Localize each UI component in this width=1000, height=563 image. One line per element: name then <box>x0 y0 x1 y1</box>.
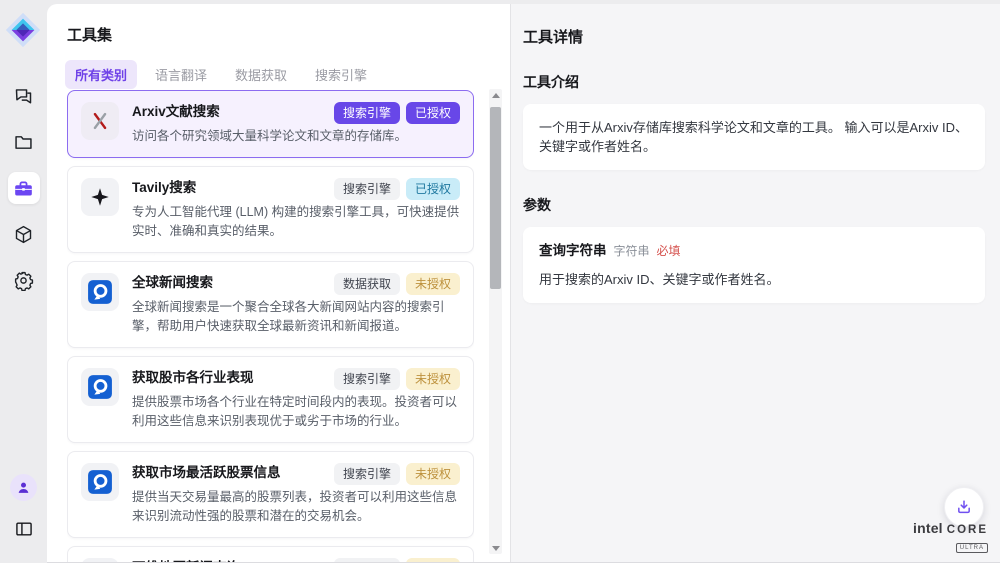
tool-card[interactable]: Tavily搜索 搜索引擎 已授权 专为人工智能代理 (LLM) 构建的搜索引擎… <box>67 166 474 253</box>
tool-card[interactable]: Arxiv文献搜索 搜索引擎 已授权 访问各个研究领域大量科学论文和文章的存储库… <box>67 90 474 158</box>
auth-badge: 未授权 <box>406 463 460 485</box>
tool-title: Tavily搜索 <box>132 178 326 198</box>
intel-core-logo: intel core ultra <box>913 520 988 554</box>
tool-card[interactable]: 获取股市各行业表现 搜索引擎 未授权 提供股票市场各个行业在特定时间段内的表现。… <box>67 356 474 443</box>
tool-description: 提供股票市场各个行业在特定时间段内的表现。投资者可以利用这些信息来识别表现优于或… <box>132 393 460 431</box>
icon-rail <box>0 0 47 563</box>
tab-data-fetch[interactable]: 数据获取 <box>225 60 297 89</box>
toolbox-icon[interactable] <box>8 172 40 204</box>
intro-card: 一个用于从Arxiv存储库搜索科学论文和文章的工具。 输入可以是Arxiv ID… <box>523 104 985 170</box>
tavily-sparkle-icon <box>89 186 111 208</box>
scrollbar <box>489 89 502 554</box>
toolset-title: 工具集 <box>67 24 112 45</box>
qblue-icon <box>81 368 119 406</box>
qblue-icon <box>81 463 119 501</box>
newspaper-icon <box>81 558 119 562</box>
user-avatar[interactable] <box>10 474 37 501</box>
tool-title: 全球新闻搜索 <box>132 273 326 293</box>
category-badge: 搜索引擎 <box>334 178 400 200</box>
details-title: 工具详情 <box>523 26 985 47</box>
category-badge: 搜索引擎 <box>334 558 400 562</box>
newsapi-icon <box>87 279 113 305</box>
tool-description: 全球新闻搜索是一个聚合全球各大新闻网站内容的搜索引擎，帮助用户快速获取全球最新资… <box>132 298 460 336</box>
chat-icon[interactable] <box>8 80 40 112</box>
intro-text: 一个用于从Arxiv存储库搜索科学论文和文章的工具。 输入可以是Arxiv ID… <box>539 120 968 154</box>
tool-card[interactable]: 获取市场最活跃股票信息 搜索引擎 未授权 提供当天交易量最高的股票列表，投资者可… <box>67 451 474 538</box>
intro-heading: 工具介绍 <box>523 72 985 92</box>
auth-badge: 未授权 <box>406 368 460 390</box>
tavily-icon <box>81 178 119 216</box>
folder-icon[interactable] <box>8 126 40 158</box>
param-type: 字符串 <box>614 242 650 261</box>
category-badge: 搜索引擎 <box>334 368 400 390</box>
arxiv-logo-icon <box>89 110 111 132</box>
cube-icon[interactable] <box>8 218 40 250</box>
tool-title: 获取股市各行业表现 <box>132 368 326 388</box>
brand-ultra-badge: ultra <box>956 543 988 553</box>
tool-title: 获取市场最活跃股票信息 <box>132 463 326 483</box>
tool-details-panel: 工具详情 工具介绍 一个用于从Arxiv存储库搜索科学论文和文章的工具。 输入可… <box>510 4 1000 562</box>
param-header: 查询字符串 字符串 必填 <box>539 241 969 261</box>
toolset-panel: 工具集 所有类别 语言翻译 数据获取 搜索引擎 Arxiv文献搜索 搜索引擎 已… <box>47 4 510 562</box>
newsapi-icon <box>87 374 113 400</box>
param-required-badge: 必填 <box>657 242 681 261</box>
tab-search-engine[interactable]: 搜索引擎 <box>305 60 377 89</box>
scrollbar-up-icon[interactable] <box>489 89 502 101</box>
tool-description: 提供当天交易量最高的股票列表，投资者可以利用这些信息来识别流动性强的股票和潜在的… <box>132 488 460 526</box>
newsapi-icon <box>87 469 113 495</box>
scrollbar-thumb[interactable] <box>490 107 501 289</box>
category-badge: 搜索引擎 <box>334 102 400 124</box>
auth-badge: 未授权 <box>406 273 460 295</box>
tool-title: Arxiv文献搜索 <box>132 102 326 122</box>
category-badge: 搜索引擎 <box>334 463 400 485</box>
category-badge: 数据获取 <box>334 273 400 295</box>
auth-badge: 已授权 <box>406 102 460 124</box>
panel-toggle-icon[interactable] <box>8 513 40 545</box>
app-logo-icon <box>4 11 42 49</box>
tab-all-categories[interactable]: 所有类别 <box>65 60 137 89</box>
app-window: 工具集 所有类别 语言翻译 数据获取 搜索引擎 Arxiv文献搜索 搜索引擎 已… <box>0 0 1000 563</box>
tool-title: 万维地区新闻查询 <box>132 558 326 562</box>
person-icon <box>15 479 32 496</box>
tool-list: Arxiv文献搜索 搜索引擎 已授权 访问各个研究领域大量科学论文和文章的存储库… <box>67 90 474 562</box>
scrollbar-down-icon[interactable] <box>489 542 502 554</box>
tool-card[interactable]: 万维地区新闻查询 搜索引擎 未授权 查询具体行政区划内的新闻，快速了解各地新闻动 <box>67 546 474 562</box>
tab-language-translation[interactable]: 语言翻译 <box>145 60 217 89</box>
rail-nav <box>0 80 47 310</box>
rail-bottom <box>0 474 47 545</box>
category-tabs: 所有类别 语言翻译 数据获取 搜索引擎 <box>65 60 377 89</box>
auth-badge: 未授权 <box>406 558 460 562</box>
params-heading: 参数 <box>523 195 985 215</box>
tool-description: 专为人工智能代理 (LLM) 构建的搜索引擎工具，可快速提供实时、准确和真实的结… <box>132 203 460 241</box>
gear-icon[interactable] <box>8 264 40 296</box>
brand-intel: intel <box>913 520 943 536</box>
param-name: 查询字符串 <box>539 241 607 260</box>
param-card: 查询字符串 字符串 必填 用于搜索的Arxiv ID、关键字或作者姓名。 <box>523 227 985 303</box>
auth-badge: 已授权 <box>406 178 460 200</box>
brand-core: core <box>947 524 988 536</box>
download-icon <box>954 497 974 517</box>
tool-description: 访问各个研究领域大量科学论文和文章的存储库。 <box>132 127 460 146</box>
content-shell: 工具集 所有类别 语言翻译 数据获取 搜索引擎 Arxiv文献搜索 搜索引擎 已… <box>47 4 1000 563</box>
tool-card[interactable]: 全球新闻搜索 数据获取 未授权 全球新闻搜索是一个聚合全球各大新闻网站内容的搜索… <box>67 261 474 348</box>
arxiv-icon <box>81 102 119 140</box>
qblue-icon <box>81 273 119 311</box>
param-description: 用于搜索的Arxiv ID、关键字或作者姓名。 <box>539 270 969 289</box>
